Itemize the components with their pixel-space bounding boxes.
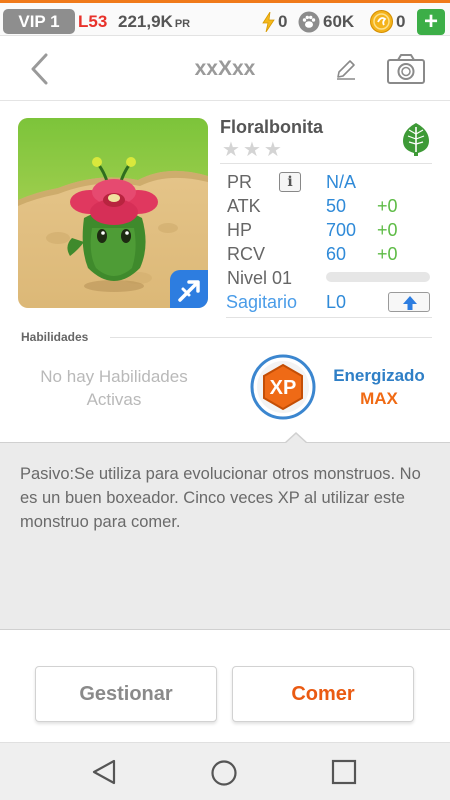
divider	[110, 337, 432, 338]
stat-value-atk: 50	[326, 196, 347, 216]
triangle-back-icon	[92, 759, 116, 785]
star-icon: ★	[242, 139, 261, 161]
edit-name-button[interactable]	[334, 57, 358, 81]
leaf-icon	[403, 123, 429, 156]
stat-value-hp: 700	[326, 220, 357, 240]
pawprint-value: 60K	[323, 11, 355, 31]
star-rating: ★ ★ ★	[222, 140, 282, 160]
monster-name: Floralbonita	[220, 117, 323, 137]
stat-value-pr: N/A	[326, 172, 357, 192]
energy-counter[interactable]: 0	[262, 9, 287, 34]
abilities-title: Habilidades	[21, 330, 89, 344]
stat-value-rcv: 60	[326, 244, 347, 264]
add-currency-button[interactable]: +	[417, 9, 445, 35]
sagittarius-arrow-icon	[178, 280, 200, 302]
divider	[226, 317, 432, 318]
page-title: xxXxx	[194, 57, 256, 80]
stat-bonus-atk: +0	[377, 196, 398, 216]
status-bar: VIP 1 L53 221,9K PR 0 60K 0 +	[0, 0, 450, 36]
stat-label-hp: HP	[227, 220, 253, 240]
pencil-icon	[337, 60, 355, 80]
nav-back-button[interactable]	[90, 759, 120, 785]
monster-portrait[interactable]	[18, 118, 208, 308]
stat-label-atk: ATK	[227, 196, 261, 216]
passive-description: Pasivo:Se utiliza para evolucionar otros…	[20, 465, 421, 531]
manage-button[interactable]: Gestionar	[35, 666, 217, 722]
level-label: Nivel 01	[227, 268, 293, 288]
coin-value: 0	[396, 11, 406, 31]
no-abilities-message: No hay Habilidades Activas	[10, 365, 218, 411]
star-icon: ★	[222, 139, 240, 161]
xp-label: XP	[270, 377, 297, 399]
pawprint-counter[interactable]: 60K	[298, 9, 354, 34]
zodiac-level: L0	[326, 292, 347, 312]
divider	[220, 163, 432, 164]
nav-home-button[interactable]	[210, 759, 238, 787]
star-icon: ★	[263, 139, 282, 161]
lightning-icon	[262, 11, 275, 32]
stat-label-pr: PR	[227, 172, 253, 192]
vip-badge[interactable]: VIP 1	[3, 9, 75, 34]
camera-icon	[387, 54, 425, 84]
circle-home-icon	[211, 760, 237, 786]
no-abilities-line2: Activas	[86, 390, 142, 409]
energized-label: Energizado	[333, 366, 425, 385]
zodiac-badge	[170, 270, 208, 308]
level-progress-bar	[326, 272, 430, 282]
xp-passive-badge[interactable]: XP	[250, 354, 316, 420]
nature-element-icon	[400, 122, 432, 156]
coin-counter[interactable]: 0	[370, 9, 405, 34]
stat-label-rcv: RCV	[227, 244, 266, 264]
tooltip-pointer-fill	[285, 434, 307, 444]
stat-bonus-rcv: +0	[377, 244, 398, 264]
power-rating: 221,9K PR	[118, 9, 190, 37]
power-value: 221,9K	[118, 12, 173, 31]
energized-level: MAX	[360, 389, 398, 408]
eat-button[interactable]: Comer	[232, 666, 414, 722]
coin-icon	[370, 10, 393, 33]
arrow-up-icon	[403, 296, 417, 310]
square-recents-icon	[331, 759, 357, 785]
energy-value: 0	[278, 11, 288, 31]
camera-button[interactable]	[386, 53, 426, 85]
header: xxXxx	[0, 37, 450, 101]
player-level: L53	[78, 12, 108, 31]
xp-hexagon-icon: XP	[250, 354, 316, 420]
pawprint-icon	[298, 11, 320, 33]
info-button[interactable]: i	[279, 172, 301, 192]
system-navigation-bar	[0, 742, 450, 800]
zodiac-sign-link[interactable]: Sagitario	[226, 292, 297, 313]
stat-bonus-hp: +0	[377, 220, 398, 240]
nav-recents-button[interactable]	[331, 759, 357, 785]
power-unit: PR	[174, 18, 191, 30]
no-abilities-line1: No hay Habilidades	[40, 367, 188, 386]
upgrade-sign-button[interactable]	[388, 292, 430, 312]
